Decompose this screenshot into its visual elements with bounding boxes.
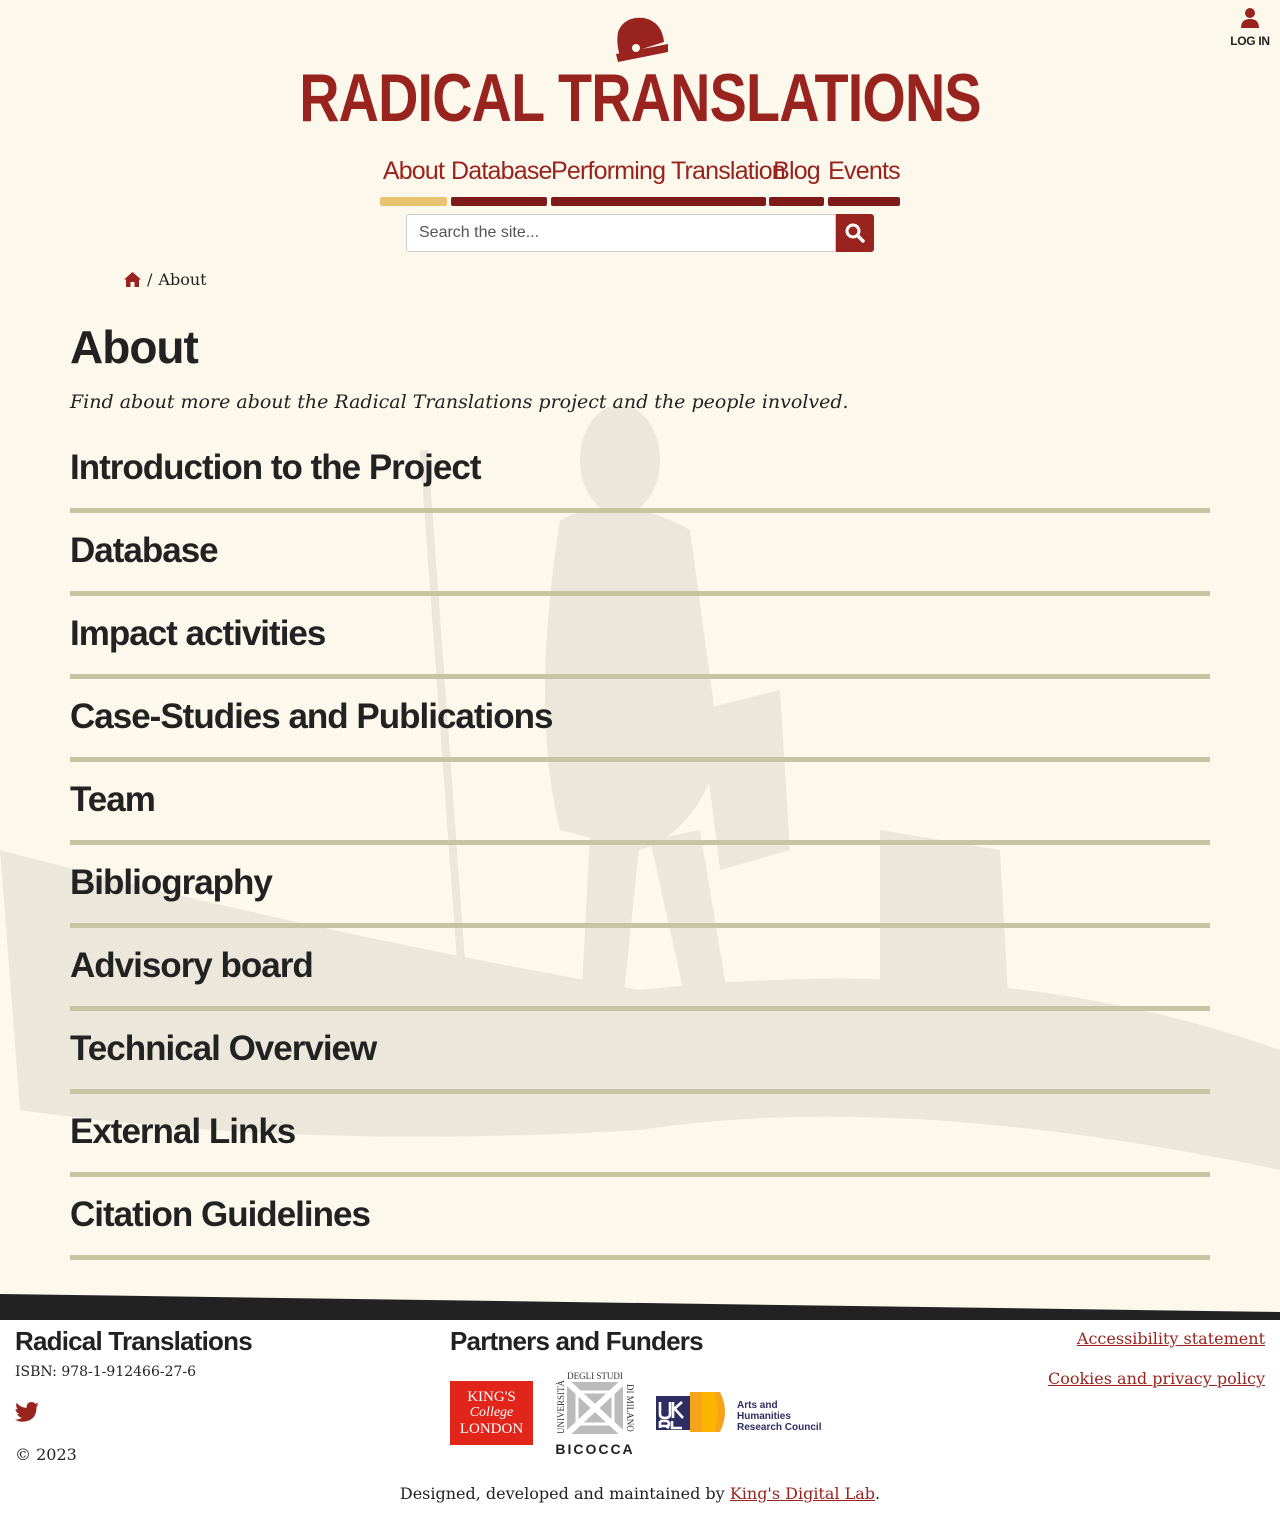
- login-label: LOG IN: [1230, 34, 1270, 48]
- footer-isbn: ISBN: 978-1-912466-27-6: [15, 1364, 197, 1380]
- footer-brand: Radical Translations: [15, 1326, 253, 1356]
- nav-label-performing-translation: Performing Translation: [551, 157, 786, 185]
- accessibility-statement-link[interactable]: Accessibility statement: [1077, 1329, 1265, 1348]
- section-link-bibliography[interactable]: Bibliography: [70, 863, 273, 903]
- bicocca-top-text: DEGLI STUDI: [567, 1371, 623, 1381]
- section-item: Introduction to the Project: [70, 430, 1210, 513]
- section-link-impact-activities[interactable]: Impact activities: [70, 614, 326, 654]
- section-link-database[interactable]: Database: [70, 531, 219, 571]
- kcl-line-2: College: [469, 1405, 514, 1420]
- bicocca-bottom-text: BICOCCA: [555, 1441, 634, 1456]
- partners-title: Partners and Funders: [450, 1326, 704, 1356]
- nav-indicator-about: [380, 197, 447, 206]
- kings-college-london-logo[interactable]: KING'S College LONDON: [450, 1381, 533, 1445]
- nav-item-about[interactable]: About: [380, 152, 447, 206]
- nav-item-performing-translation[interactable]: Performing Translation: [551, 152, 786, 206]
- ukri-ahrc-logo[interactable]: Arts and Humanities Research Council: [656, 1390, 821, 1436]
- home-icon[interactable]: [124, 272, 141, 287]
- nav-label-about: About: [382, 157, 445, 185]
- credits-text: Designed, developed and maintained by: [399, 1484, 725, 1503]
- bicocca-left-text: UNIVERSITÀ: [556, 1380, 566, 1434]
- ukri-line-3: Research Council: [737, 1422, 821, 1433]
- nav-item-events[interactable]: Events: [828, 152, 901, 206]
- search-input[interactable]: [406, 214, 836, 252]
- milano-bicocca-logo[interactable]: DEGLI STUDI UNIVERSITÀ DI MILANO BICOCCA: [555, 1370, 635, 1456]
- section-item: Database: [70, 513, 1210, 596]
- twitter-link[interactable]: [15, 1402, 39, 1426]
- section-link-introduction[interactable]: Introduction to the Project: [70, 448, 481, 488]
- section-link-technical-overview[interactable]: Technical Overview: [70, 1029, 377, 1069]
- login-button[interactable]: LOG IN: [1230, 8, 1270, 48]
- section-item: Case-Studies and Publications: [70, 679, 1210, 762]
- section-link-team[interactable]: Team: [70, 780, 156, 820]
- section-link-advisory-board[interactable]: Advisory board: [70, 946, 314, 986]
- twitter-icon: [15, 1402, 39, 1422]
- section-link-citation-guidelines[interactable]: Citation Guidelines: [70, 1195, 371, 1235]
- section-item: Technical Overview: [70, 1011, 1210, 1094]
- footer-credits: Designed, developed and maintained by Ki…: [0, 1484, 1280, 1503]
- nav-item-blog[interactable]: Blog: [769, 152, 824, 206]
- section-item: External Links: [70, 1094, 1210, 1177]
- breadcrumb-separator: /: [147, 270, 153, 289]
- nav-label-database: Database: [451, 157, 552, 185]
- ukri-line-1: Arts and: [737, 1400, 778, 1411]
- section-list: Introduction to the Project Database Imp…: [70, 430, 1210, 1260]
- user-icon: [1241, 8, 1259, 28]
- phrygian-cap-logo: [616, 17, 668, 62]
- bicocca-right-text: DI MILANO: [625, 1384, 635, 1432]
- section-item: Team: [70, 762, 1210, 845]
- nav-indicator-performing-translation: [551, 197, 766, 206]
- nav-indicator-blog: [769, 197, 824, 206]
- credits-suffix: .: [875, 1484, 881, 1503]
- section-item: Bibliography: [70, 845, 1210, 928]
- section-divider: [70, 1255, 1210, 1260]
- page-intro: Find about more about the Radical Transl…: [70, 391, 849, 413]
- ukri-line-2: Humanities: [737, 1411, 791, 1422]
- nav-item-database[interactable]: Database: [451, 152, 552, 206]
- site-search: [406, 214, 874, 252]
- search-icon: [845, 223, 865, 243]
- nav-indicator-events: [828, 197, 900, 206]
- search-button[interactable]: [836, 214, 874, 252]
- breadcrumb-current: About: [158, 270, 207, 289]
- kings-digital-lab-link[interactable]: King's Digital Lab: [730, 1484, 875, 1503]
- section-link-external-links[interactable]: External Links: [70, 1112, 296, 1152]
- nav-label-events: Events: [828, 157, 900, 185]
- breadcrumb: / About: [124, 270, 207, 289]
- site-title[interactable]: RADICAL TRANSLATIONS: [115, 58, 1165, 138]
- section-item: Impact activities: [70, 596, 1210, 679]
- page-title: About: [70, 321, 199, 373]
- section-item: Citation Guidelines: [70, 1177, 1210, 1260]
- section-item: Advisory board: [70, 928, 1210, 1011]
- footer-copyright: © 2023: [15, 1445, 77, 1464]
- footer-divider: [0, 1294, 1280, 1322]
- kcl-line-1: KING'S: [467, 1389, 516, 1405]
- main-navigation: About Database Performing Translation Bl…: [0, 152, 1280, 208]
- kcl-line-3: LONDON: [459, 1421, 524, 1437]
- cookies-privacy-link[interactable]: Cookies and privacy policy: [1048, 1369, 1265, 1388]
- nav-indicator-database: [451, 197, 547, 206]
- nav-label-blog: Blog: [773, 157, 821, 185]
- section-link-case-studies[interactable]: Case-Studies and Publications: [70, 697, 553, 737]
